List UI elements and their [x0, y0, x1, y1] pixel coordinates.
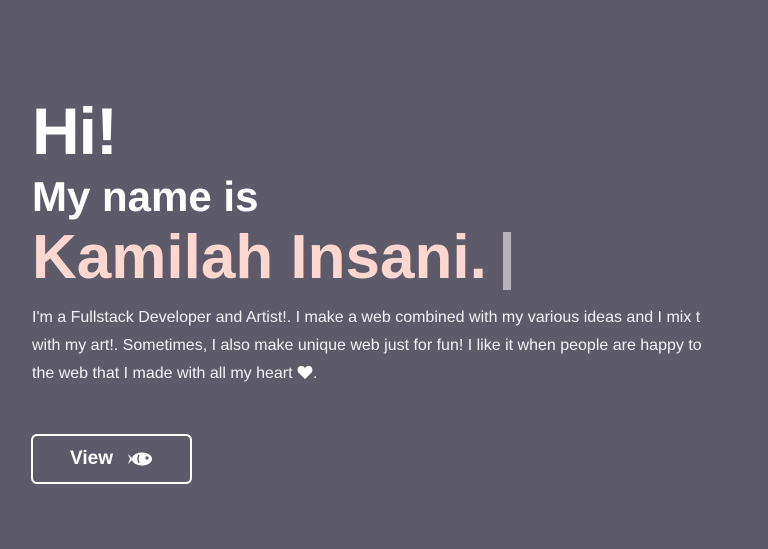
description-line: the web that I made with all my heart .	[32, 360, 768, 390]
heart-icon	[297, 362, 313, 390]
greeting-heading: Hi!	[32, 94, 118, 168]
name-heading: Kamilah Insani.	[32, 223, 487, 292]
description-line: with my art!. Sometimes, I also make uni…	[32, 337, 702, 354]
view-button-label: View	[70, 448, 113, 469]
name-line: Kamilah Insani.	[32, 224, 768, 292]
fish-icon	[127, 450, 153, 468]
view-button[interactable]: View	[31, 434, 192, 484]
hero-section: Hi! My name is Kamilah Insani. I'm a Ful…	[32, 94, 768, 390]
typing-cursor	[502, 232, 511, 290]
description-end: .	[313, 365, 318, 382]
description-line-text: the web that I made with all my heart	[32, 365, 293, 382]
description-line: I'm a Fullstack Developer and Artist!. I…	[32, 309, 701, 326]
description-text: I'm a Fullstack Developer and Artist!. I…	[32, 304, 768, 390]
intro-heading: My name is	[32, 173, 259, 220]
